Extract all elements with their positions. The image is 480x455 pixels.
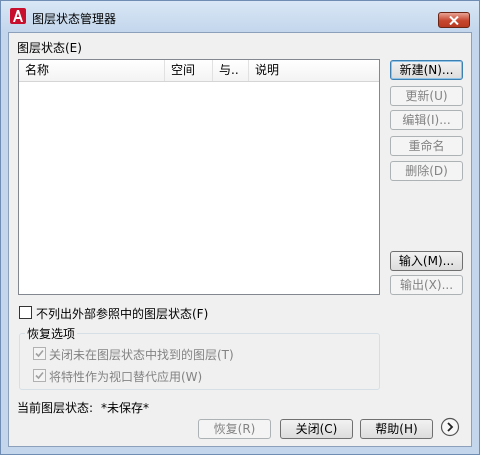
restore-options-title: 恢复选项 bbox=[25, 325, 78, 342]
column-header-name[interactable]: 名称 bbox=[19, 60, 165, 81]
column-header-match[interactable]: 与.. bbox=[213, 60, 249, 81]
viewport-override-label[interactable]: 将特性作为视口替代应用(W) bbox=[49, 368, 202, 385]
exclude-xref-checkbox[interactable] bbox=[19, 306, 32, 319]
delete-button[interactable]: 删除(D) bbox=[390, 161, 463, 181]
window-title: 图层状态管理器 bbox=[32, 12, 117, 26]
exclude-xref-label[interactable]: 不列出外部参照中的图层状态(F) bbox=[36, 305, 208, 322]
current-state-value: *未保存* bbox=[101, 401, 150, 415]
restore-button[interactable]: 恢复(R) bbox=[198, 419, 271, 439]
close-window-button[interactable] bbox=[438, 12, 470, 28]
column-header-description[interactable]: 说明 bbox=[249, 60, 379, 81]
layer-state-manager-window: 图层状态管理器 图层状态(E) 名称 空间 与.. 说明 新建(N)... 更新… bbox=[0, 0, 480, 455]
title-bar[interactable]: 图层状态管理器 bbox=[1, 1, 479, 32]
close-button[interactable]: 关闭(C) bbox=[280, 419, 353, 439]
turn-off-not-found-checkbox[interactable] bbox=[33, 347, 46, 360]
help-button[interactable]: 帮助(H) bbox=[360, 419, 433, 439]
current-state-label: 当前图层状态: bbox=[17, 401, 94, 415]
expand-dialog-icon[interactable] bbox=[440, 417, 460, 437]
column-header-space[interactable]: 空间 bbox=[165, 60, 213, 81]
layer-states-label: 图层状态(E) bbox=[17, 41, 82, 55]
import-button[interactable]: 输入(M)... bbox=[390, 251, 463, 271]
autocad-icon bbox=[10, 8, 26, 24]
close-icon bbox=[449, 16, 459, 25]
list-header: 名称 空间 与.. 说明 bbox=[19, 60, 379, 82]
update-button[interactable]: 更新(U) bbox=[390, 86, 463, 106]
export-button[interactable]: 输出(X)... bbox=[390, 275, 463, 295]
viewport-override-checkbox[interactable] bbox=[33, 369, 46, 382]
check-icon bbox=[35, 371, 44, 380]
dialog-body: 图层状态(E) 名称 空间 与.. 说明 新建(N)... 更新(U) 编辑(I… bbox=[8, 32, 472, 447]
new-button[interactable]: 新建(N)... bbox=[390, 60, 463, 80]
turn-off-not-found-label[interactable]: 关闭未在图层状态中找到的图层(T) bbox=[49, 346, 234, 363]
edit-button[interactable]: 编辑(I)... bbox=[390, 110, 463, 130]
check-icon bbox=[35, 349, 44, 358]
rename-button[interactable]: 重命名 bbox=[390, 136, 463, 156]
layer-states-list[interactable]: 名称 空间 与.. 说明 bbox=[18, 59, 380, 295]
